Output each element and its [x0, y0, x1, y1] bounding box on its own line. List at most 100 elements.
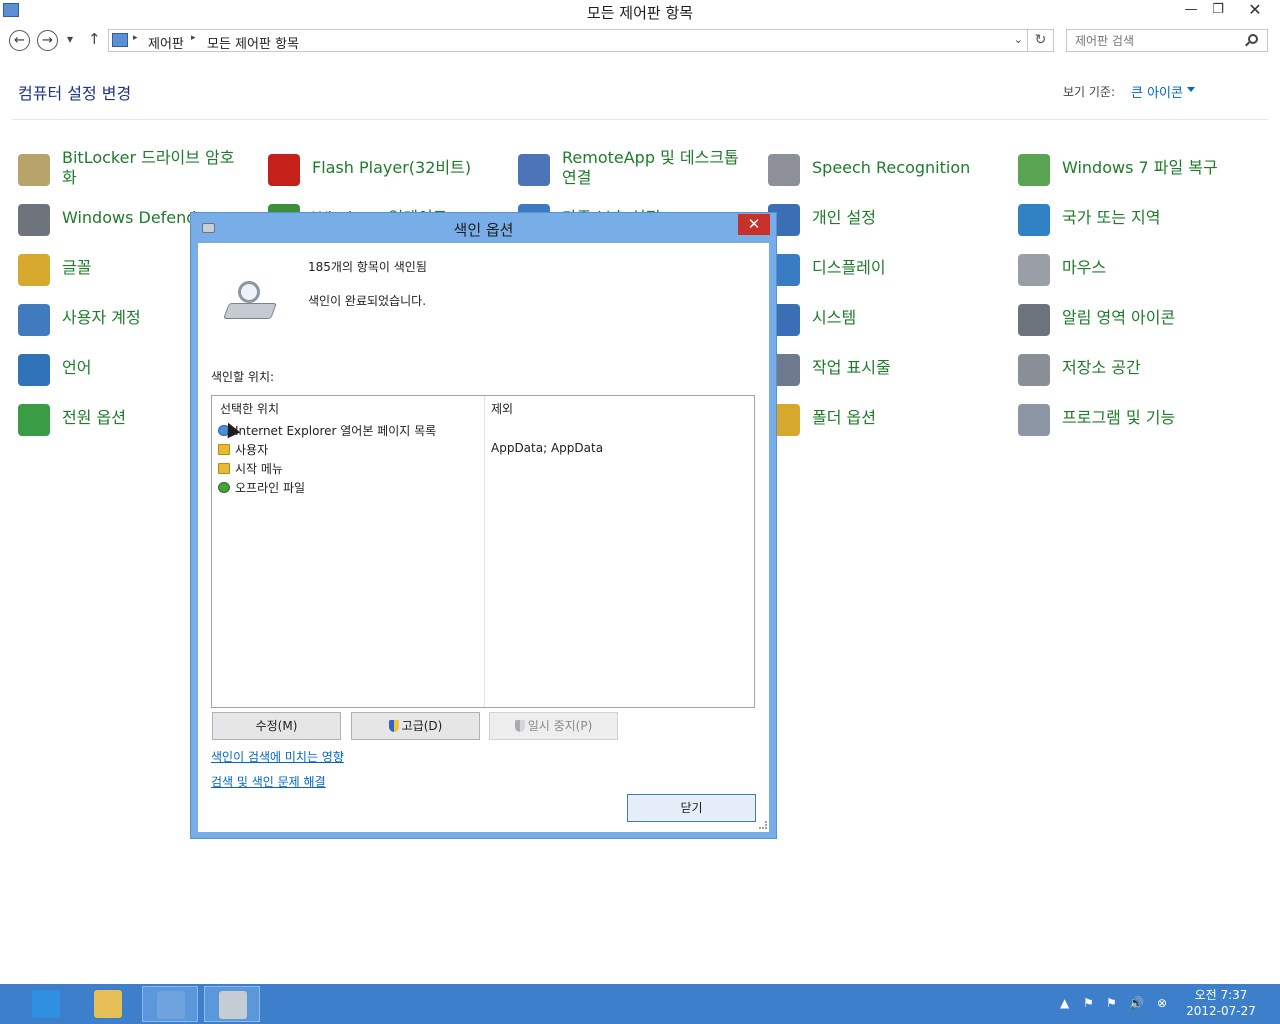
control-panel-item[interactable]: Windows 7 파일 복구 — [1018, 150, 1258, 190]
control-panel-item-label: 전원 옵션 — [62, 408, 126, 427]
indexing-options-dialog: 색인 옵션 ✕ 185개의 항목이 색인됨 색인이 완료되었습니다. 색인할 위… — [190, 212, 777, 839]
folder-icon — [218, 463, 230, 474]
uac-shield-icon — [514, 720, 525, 732]
minimize-button[interactable]: — — [1177, 0, 1205, 20]
notification-icon — [1018, 304, 1050, 336]
recent-pages-button[interactable]: ▾ — [67, 32, 73, 46]
indexing-drive-icon — [223, 281, 277, 325]
control-panel-item[interactable]: BitLocker 드라이브 암호화 — [18, 148, 258, 190]
programs-icon — [1018, 404, 1050, 436]
view-by-caret-icon[interactable] — [1187, 87, 1195, 92]
back-button[interactable]: ← — [9, 30, 30, 51]
control-panel-item-label: 마우스 — [1062, 258, 1107, 277]
control-panel-item[interactable]: 작업 표시줄 — [768, 350, 1008, 390]
column-header-exclude[interactable]: 제외 — [491, 400, 513, 417]
control-panel-item[interactable]: 마우스 — [1018, 250, 1258, 290]
close-window-button[interactable]: ✕ — [1232, 0, 1278, 20]
control-panel-item[interactable]: 프로그램 및 기능 — [1018, 400, 1258, 440]
dialog-close-action-button[interactable]: 닫기 — [627, 794, 756, 822]
resize-grip[interactable] — [759, 821, 767, 829]
list-item[interactable]: 오프라인 파일 — [235, 479, 305, 496]
column-divider[interactable] — [484, 396, 485, 707]
breadcrumb-separator[interactable]: ▸ — [191, 33, 196, 43]
taskbar-app-button[interactable] — [80, 986, 136, 1022]
dialog-body: 185개의 항목이 색인됨 색인이 완료되었습니다. 색인할 위치: 선택한 위… — [198, 243, 769, 832]
window-title: 모든 제어판 항목 — [586, 4, 694, 22]
control-panel-item-label: 프로그램 및 기능 — [1062, 408, 1176, 427]
control-panel-item-label: 개인 설정 — [812, 208, 876, 227]
list-item-exclude: AppData; AppData — [491, 441, 604, 455]
dialog-title: 색인 옵션 — [453, 221, 514, 239]
file-explorer-icon — [94, 990, 122, 1018]
control-panel-item[interactable]: 시스템 — [768, 300, 1008, 340]
control-panel-item[interactable]: 디스플레이 — [768, 250, 1008, 290]
power-icon — [18, 404, 50, 436]
control-panel-item[interactable]: 개인 설정 — [768, 200, 1008, 240]
control-panel-item-label: 사용자 계정 — [62, 308, 141, 327]
globe-icon — [1018, 204, 1050, 236]
control-panel-item-label: RemoteApp 및 데스크톱 연결 — [562, 148, 739, 187]
remoteapp-icon — [518, 154, 550, 186]
column-header-included[interactable]: 선택한 위치 — [220, 400, 279, 417]
tray-status-icon[interactable]: ⊗ — [1157, 996, 1167, 1010]
control-panel-item[interactable]: Speech Recognition — [768, 150, 1008, 190]
backup-icon — [1018, 154, 1050, 186]
address-bar[interactable]: ▸ 제어판 ▸ 모든 제어판 항목 ⌄ — [108, 29, 1028, 52]
search-icon[interactable] — [1248, 34, 1258, 44]
advanced-button-label: 고급(D) — [401, 719, 443, 733]
list-item[interactable]: 사용자 — [235, 441, 268, 458]
search-input[interactable] — [1066, 29, 1268, 52]
control-panel-item-label: 디스플레이 — [812, 258, 886, 277]
control-panel-item-label: 알림 영역 아이콘 — [1062, 308, 1176, 327]
control-panel-item-label: 작업 표시줄 — [812, 358, 891, 377]
control-panel-item[interactable]: Flash Player(32비트) — [268, 150, 508, 190]
network-icon[interactable]: ⚑ — [1106, 996, 1117, 1010]
breadcrumb-control-panel[interactable]: 제어판 — [148, 33, 184, 52]
control-panel-item[interactable]: 저장소 공간 — [1018, 350, 1258, 390]
list-item[interactable]: Internet Explorer 열어본 페이지 목록 — [235, 422, 436, 439]
action-center-icon[interactable]: ⚑ — [1083, 996, 1094, 1010]
control-panel-item[interactable]: 폴더 옵션 — [768, 400, 1008, 440]
control-panel-item[interactable]: 알림 영역 아이콘 — [1018, 300, 1258, 340]
taskbar-app-button[interactable] — [142, 986, 198, 1022]
locations-label: 색인할 위치: — [211, 370, 275, 384]
taskbar-app-button[interactable] — [204, 986, 260, 1022]
indexing-affect-link[interactable]: 색인이 검색에 미치는 영향 — [211, 748, 344, 765]
taskbar: ▲ ⚑ ⚑ 🔊 ⊗ 오전 7:37 2012-07-27 — [0, 984, 1280, 1024]
control-panel-item[interactable]: 국가 또는 지역 — [1018, 200, 1258, 240]
breadcrumb-separator[interactable]: ▸ — [133, 33, 138, 43]
taskbar-app-button[interactable] — [18, 986, 74, 1022]
address-dropdown-button[interactable]: ⌄ — [1014, 33, 1023, 46]
refresh-button[interactable]: ↻ — [1028, 29, 1054, 52]
maximize-button[interactable]: ❐ — [1204, 0, 1232, 20]
control-panel-item[interactable]: RemoteApp 및 데스크톱 연결 — [518, 148, 758, 190]
folder-icon — [218, 444, 230, 455]
pause-button-label: 일시 중지(P) — [527, 719, 593, 733]
language-icon — [18, 354, 50, 386]
locations-list[interactable]: 선택한 위치 제외 Internet Explorer 열어본 페이지 목록 사… — [211, 395, 755, 708]
indexed-count: 185개의 항목이 색인됨 — [308, 260, 427, 274]
up-button[interactable]: ↑ — [88, 30, 101, 48]
forward-button[interactable]: → — [37, 30, 58, 51]
breadcrumb-all-items[interactable]: 모든 제어판 항목 — [207, 33, 299, 52]
troubleshoot-link[interactable]: 검색 및 색인 문제 해결 — [211, 773, 326, 790]
control-panel-item-label: 국가 또는 지역 — [1062, 208, 1161, 227]
dialog-close-button[interactable]: ✕ — [738, 214, 770, 235]
microphone-icon — [768, 154, 800, 186]
volume-icon[interactable]: 🔊 — [1129, 996, 1144, 1010]
view-by-dropdown[interactable]: 큰 아이콘 — [1131, 82, 1183, 101]
modify-button[interactable]: 수정(M) — [212, 712, 341, 740]
clock[interactable]: 오전 7:37 2012-07-27 — [1186, 987, 1256, 1019]
list-item[interactable]: 시작 메뉴 — [235, 460, 283, 477]
flash-icon — [268, 154, 300, 186]
defender-icon — [18, 204, 50, 236]
control-panel-item-label: Windows 7 파일 복구 — [1062, 158, 1218, 177]
window-titlebar[interactable]: 모든 제어판 항목 — ❐ ✕ — [0, 0, 1280, 22]
clock-time: 오전 7:37 — [1194, 988, 1248, 1002]
show-hidden-icons-button[interactable]: ▲ — [1060, 996, 1069, 1010]
control-panel-icon — [157, 991, 185, 1019]
bitlocker-icon — [18, 154, 50, 186]
control-panel-item-label: BitLocker 드라이브 암호화 — [62, 148, 235, 187]
user-accounts-icon — [18, 304, 50, 336]
advanced-button[interactable]: 고급(D) — [351, 712, 480, 740]
